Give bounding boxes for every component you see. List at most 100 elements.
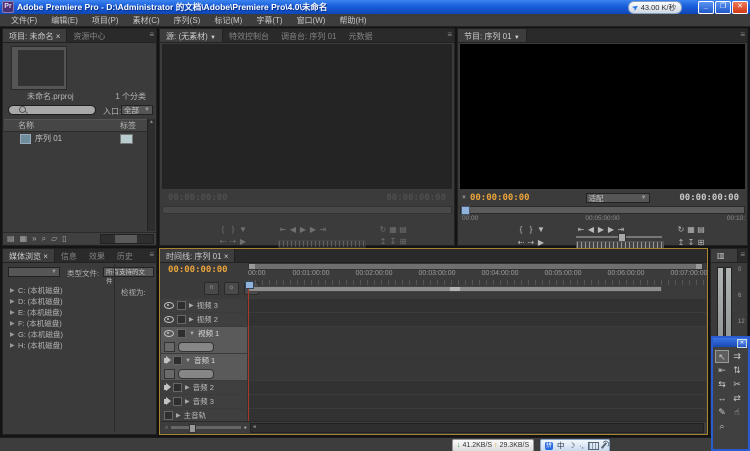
next-edit-button[interactable]: ⇢ <box>526 238 536 247</box>
prev-edit-button[interactable]: ⇠ <box>516 238 526 247</box>
collapse-triangle-icon[interactable]: ▶ <box>189 302 194 309</box>
slide-tool[interactable]: ⇄ <box>730 392 744 405</box>
set-in-point-button[interactable]: { <box>516 225 526 234</box>
toggle-track-output-icon[interactable] <box>164 383 171 391</box>
track-lane[interactable] <box>247 354 706 380</box>
track-lock-toggle[interactable] <box>173 397 182 406</box>
menu-item[interactable]: 标记(M) <box>207 15 249 26</box>
tab-info[interactable]: 信息 <box>55 249 83 262</box>
lift-button[interactable]: ↥ <box>676 238 686 247</box>
extract-button[interactable]: ↧ <box>388 237 398 246</box>
program-scrub-bar[interactable] <box>460 206 745 215</box>
menu-item[interactable]: 项目(P) <box>85 15 126 26</box>
extract-button[interactable]: ↧ <box>686 238 696 247</box>
output-button[interactable]: ▤ <box>696 225 706 234</box>
ime-toolbar[interactable]: 拼 中 ☽ ·, <box>540 439 610 451</box>
drive-item[interactable]: ▶ G: (本机磁盘) <box>4 329 112 340</box>
close-button[interactable]: ✕ <box>732 1 748 14</box>
menu-item[interactable]: 字幕(T) <box>249 15 289 26</box>
source-scrub-bar[interactable] <box>162 206 452 214</box>
zoom-out-icon[interactable]: ▫ <box>165 423 168 433</box>
slip-tool[interactable]: ↔ <box>715 392 729 405</box>
go-to-in-button[interactable]: ⇤ <box>278 225 288 234</box>
drive-item[interactable]: ▶ F: (本机磁盘) <box>4 318 112 329</box>
project-horizontal-scrollbar[interactable] <box>100 233 154 244</box>
search-input[interactable] <box>8 105 96 115</box>
go-to-out-button[interactable]: ⇥ <box>318 225 328 234</box>
download-speed-badge[interactable]: ➤ 43.00 K/秒 <box>628 1 683 14</box>
timeline-horizontal-scrollbar[interactable] <box>249 422 704 433</box>
menu-item[interactable]: 窗口(W) <box>290 15 333 26</box>
icon-view-icon[interactable]: ▦ <box>20 234 28 244</box>
toggle-track-output-icon[interactable] <box>164 330 174 337</box>
timeline-zoom-scrollbar[interactable] <box>248 263 703 270</box>
drive-item[interactable]: ▶ H: (本机磁盘) <box>4 340 112 351</box>
panel-menu-icon[interactable]: ≡ <box>740 30 745 39</box>
tab-close-icon[interactable]: × <box>56 32 61 41</box>
track-lock-toggle[interactable] <box>173 383 182 392</box>
ime-language-toggle[interactable]: 中 <box>557 440 565 451</box>
expand-triangle-icon[interactable]: ▶ <box>10 320 18 327</box>
play-in-out-button[interactable]: ▶ <box>536 238 546 247</box>
ime-logo-icon[interactable]: 拼 <box>545 441 553 450</box>
menu-item[interactable]: 编辑(E) <box>44 15 85 26</box>
timeline-ruler[interactable]: 00:00 00:01:00:00 00:02:00:00 00:03:00:00 00… <box>160 270 707 280</box>
lift-button[interactable]: ↥ <box>378 237 388 246</box>
safe-margins-button[interactable]: ▦ <box>388 225 398 234</box>
ime-settings-icon[interactable] <box>600 442 607 449</box>
tab-audio-meters[interactable]: ▥ <box>711 249 738 262</box>
set-encore-marker-button[interactable]: ☼ <box>224 282 239 295</box>
ime-fullwidth-icon[interactable]: ☽ <box>569 441 576 450</box>
network-speed-widget[interactable]: ↓ 41.2KB/S ↑ 29.3KB/S <box>452 439 535 451</box>
hand-tool[interactable]: ☝ <box>730 406 744 419</box>
next-edit-button[interactable]: ⇢ <box>228 237 238 246</box>
keyframe-navigator[interactable] <box>178 368 214 379</box>
zoom-level-select[interactable]: 适配 ▼ <box>585 193 650 203</box>
track-header-1[interactable]: ▶ 视频 3 <box>161 299 247 312</box>
set-out-point-button[interactable]: } <box>526 225 536 234</box>
new-bin-icon[interactable]: ▱ <box>51 234 57 244</box>
tab-history[interactable]: 历史 <box>111 249 139 262</box>
restore-button[interactable]: ❐ <box>715 1 731 14</box>
loop-button[interactable]: ↻ <box>378 225 388 234</box>
minimize-button[interactable]: _ <box>698 1 714 14</box>
jog-control[interactable] <box>278 240 366 248</box>
ime-punctuation-icon[interactable]: ·, <box>579 441 584 450</box>
play-button[interactable]: ▶ <box>298 225 308 234</box>
zoom-in-icon[interactable]: ▪ <box>244 423 247 433</box>
collapse-triangle-icon[interactable]: ▶ <box>189 316 194 323</box>
menu-item[interactable]: 序列(S) <box>167 15 208 26</box>
menu-item[interactable]: 帮助(H) <box>332 15 373 26</box>
menu-item[interactable]: 素材(C) <box>126 15 167 26</box>
toggle-track-output-icon[interactable] <box>164 316 174 323</box>
track-lock-toggle[interactable] <box>177 315 186 324</box>
tab-metadata[interactable]: 元数据 <box>343 29 379 42</box>
trim-button[interactable]: ⊞ <box>398 237 408 246</box>
zoom-tool[interactable]: ⌕ <box>715 420 729 433</box>
collapse-triangle-icon[interactable]: ▶ <box>176 412 181 419</box>
expand-triangle-icon[interactable]: ▶ <box>10 287 18 294</box>
project-item-sequence[interactable]: 序列 01 <box>4 132 150 145</box>
expand-triangle-icon[interactable]: ▶ <box>10 298 18 305</box>
toggle-track-output-icon[interactable] <box>164 397 171 405</box>
tools-close-button[interactable]: ✕ <box>737 339 747 348</box>
drive-item[interactable]: ▶ D: (本机磁盘) <box>4 296 112 307</box>
program-playhead[interactable] <box>461 206 470 215</box>
track-header-5[interactable]: ▶ 音频 2 <box>161 381 247 394</box>
set-marker-button[interactable]: ▼ <box>238 225 248 234</box>
track-header-6[interactable]: ▶ 音频 3 <box>161 395 247 408</box>
work-area-bar[interactable] <box>248 286 662 292</box>
project-vertical-scrollbar[interactable]: ▲ <box>147 119 155 231</box>
timeline-playhead[interactable] <box>245 281 254 421</box>
track-lane[interactable] <box>247 327 706 353</box>
set-marker-button[interactable]: ▼ <box>536 225 546 234</box>
razor-tool[interactable]: ✂ <box>730 378 744 391</box>
tab-close-icon[interactable]: × <box>43 252 48 261</box>
prev-edit-button[interactable]: ⇠ <box>218 237 228 246</box>
title-bar[interactable]: Pr Adobe Premiere Pro - D:\Administrator… <box>0 0 750 14</box>
play-in-out-button[interactable]: ▶ <box>238 237 248 246</box>
selection-tool[interactable]: ↖ <box>715 350 729 363</box>
loop-button[interactable]: ↻ <box>676 225 686 234</box>
expand-triangle-icon[interactable]: ▶ <box>10 309 18 316</box>
tab-effects[interactable]: 效果 <box>83 249 111 262</box>
